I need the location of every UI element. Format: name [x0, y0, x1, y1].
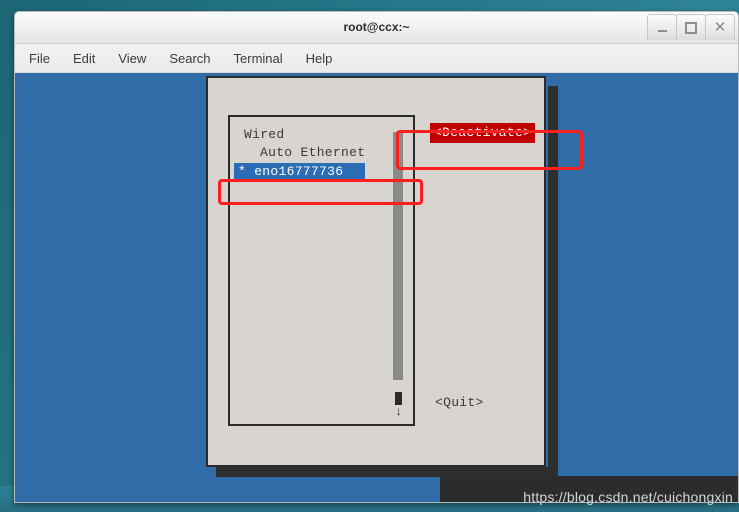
scrollbar-thumb[interactable]	[393, 132, 403, 380]
menu-item-terminal[interactable]: Terminal	[234, 51, 283, 66]
menu-item-view[interactable]: View	[118, 51, 146, 66]
minimize-icon	[657, 30, 667, 32]
list-scrollbar[interactable]: ↓	[393, 121, 405, 420]
terminal-canvas[interactable]: Wired Auto Ethernet * eno16777736 ↓ <Dea…	[15, 73, 738, 502]
menu-item-edit[interactable]: Edit	[73, 51, 95, 66]
list-item-wired[interactable]: Wired	[244, 127, 285, 142]
quit-button[interactable]: <Quit>	[435, 395, 484, 410]
scroll-down-arrow-icon[interactable]: ↓	[393, 406, 404, 418]
minimize-button[interactable]	[647, 14, 677, 40]
list-item-auto-ethernet[interactable]: Auto Ethernet	[260, 145, 365, 160]
menubar: File Edit View Search Terminal Help	[15, 44, 738, 73]
maximize-icon	[685, 21, 697, 34]
menu-item-help[interactable]: Help	[306, 51, 333, 66]
menu-item-file[interactable]: File	[29, 51, 50, 66]
connection-listbox[interactable]: Wired Auto Ethernet * eno16777736 ↓	[228, 115, 415, 426]
window-controls: ✕	[647, 14, 735, 40]
deactivate-button[interactable]: <Deactivate>	[430, 123, 536, 143]
list-item-eno16777736[interactable]: * eno16777736	[234, 163, 366, 181]
dialog-shadow-right	[548, 86, 558, 477]
nmtui-dialog: Wired Auto Ethernet * eno16777736 ↓ <Dea…	[206, 76, 546, 467]
close-button[interactable]: ✕	[705, 14, 735, 40]
window-titlebar[interactable]: root@ccx:~ ✕	[15, 12, 738, 44]
terminal-window: root@ccx:~ ✕ File Edit View Search Termi…	[14, 11, 739, 503]
maximize-button[interactable]	[676, 14, 706, 40]
scrollbar-block-icon	[395, 392, 402, 405]
watermark-text: https://blog.csdn.net/cuichongxin	[523, 489, 733, 505]
close-icon: ✕	[713, 19, 727, 36]
screen: root@ccx:~ ✕ File Edit View Search Termi…	[0, 0, 739, 512]
window-title: root@ccx:~	[343, 20, 410, 34]
menu-item-search[interactable]: Search	[169, 51, 210, 66]
